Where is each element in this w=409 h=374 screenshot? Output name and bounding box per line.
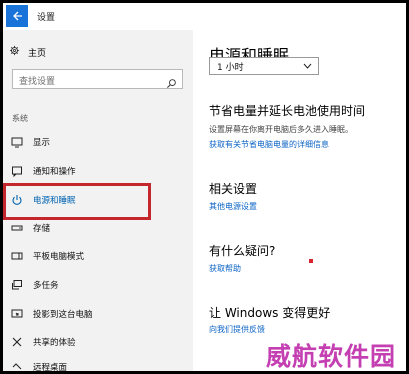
chevron-down-icon [303,62,312,71]
section-heading-related-settings: 相关设置 [209,182,258,196]
title-bar: 设置 [3,3,406,30]
main-content: 电源和睡眠 1 小时 节省电量并延长电池使用时间 设置屏幕在你离开电脑后多久进入… [193,30,406,371]
sidebar-item-remote-desktop[interactable]: 远程桌面 [3,356,193,373]
shared-icon [11,336,23,348]
sidebar-item-projecting[interactable]: 投影到这台电脑 [3,303,193,325]
sidebar-item-label: 多任务 [33,281,59,291]
storage-icon [11,222,23,234]
sidebar-item-shared-experiences[interactable]: 共享的体验 [3,331,193,353]
monitor-icon [11,136,23,148]
link-additional-power-settings[interactable]: 其他电源设置 [209,201,257,212]
red-marker-dot [309,259,313,263]
sidebar-item-storage[interactable]: 存储 [3,217,193,239]
link-power-saving-info[interactable]: 获取有关节省电脑电量的详细信息 [209,139,329,150]
dropdown-value: 1 小时 [217,63,244,73]
sidebar-item-label: 通知和操作 [33,167,76,177]
sidebar-item-display[interactable]: 显示 [3,131,193,153]
selection-highlight-box [3,183,151,220]
sleep-time-dropdown[interactable]: 1 小时 [209,57,319,75]
sidebar-item-notifications[interactable]: 通知和操作 [3,160,193,182]
gear-icon [9,45,20,59]
remote-desktop-icon [11,361,23,371]
section-heading-questions: 有什么疑问? [209,244,276,258]
link-give-feedback[interactable]: 向我们提供反馈 [209,324,265,335]
section-description: 设置屏幕在你离开电脑后多久进入睡眠。 [209,125,353,134]
window-title: 设置 [37,13,56,23]
sidebar-item-tablet-mode[interactable]: 平板电脑模式 [3,245,193,267]
search-icon[interactable] [166,74,177,88]
multitask-icon [11,279,23,291]
search-input[interactable]: 查找设置 [19,74,55,87]
home-link[interactable]: 主页 [9,44,46,60]
section-heading-save-power: 节省电量并延长电池使用时间 [209,104,366,118]
sidebar-item-label: 投影到这台电脑 [33,310,93,320]
sidebar: 主页 查找设置 系统 显示 通知和操作 电源和睡眠 存储 平板电脑模式 多任务 … [3,30,193,373]
home-label: 主页 [28,48,47,59]
sidebar-item-label: 共享的体验 [33,338,76,348]
sidebar-item-label: 存储 [33,224,51,234]
sidebar-item-label: 显示 [33,138,51,148]
notification-icon [11,165,23,177]
search-box[interactable]: 查找设置 [12,69,183,89]
section-heading-make-windows-better: 让 Windows 变得更好 [209,306,331,320]
sidebar-item-label: 平板电脑模式 [33,252,85,262]
tablet-mode-icon [11,250,23,262]
project-icon [11,308,23,320]
sidebar-item-label: 远程桌面 [33,363,68,373]
section-title-system: 系统 [12,114,28,123]
sidebar-item-multitasking[interactable]: 多任务 [3,274,193,296]
watermark: 威航软件园 [266,342,397,371]
settings-window: 设置 主页 查找设置 系统 显示 通知和操作 电源和睡眠 存储 平板电脑模式 多… [0,0,409,374]
back-button[interactable] [6,5,28,27]
back-arrow-icon [11,7,23,26]
link-get-help[interactable]: 获取帮助 [209,263,241,274]
